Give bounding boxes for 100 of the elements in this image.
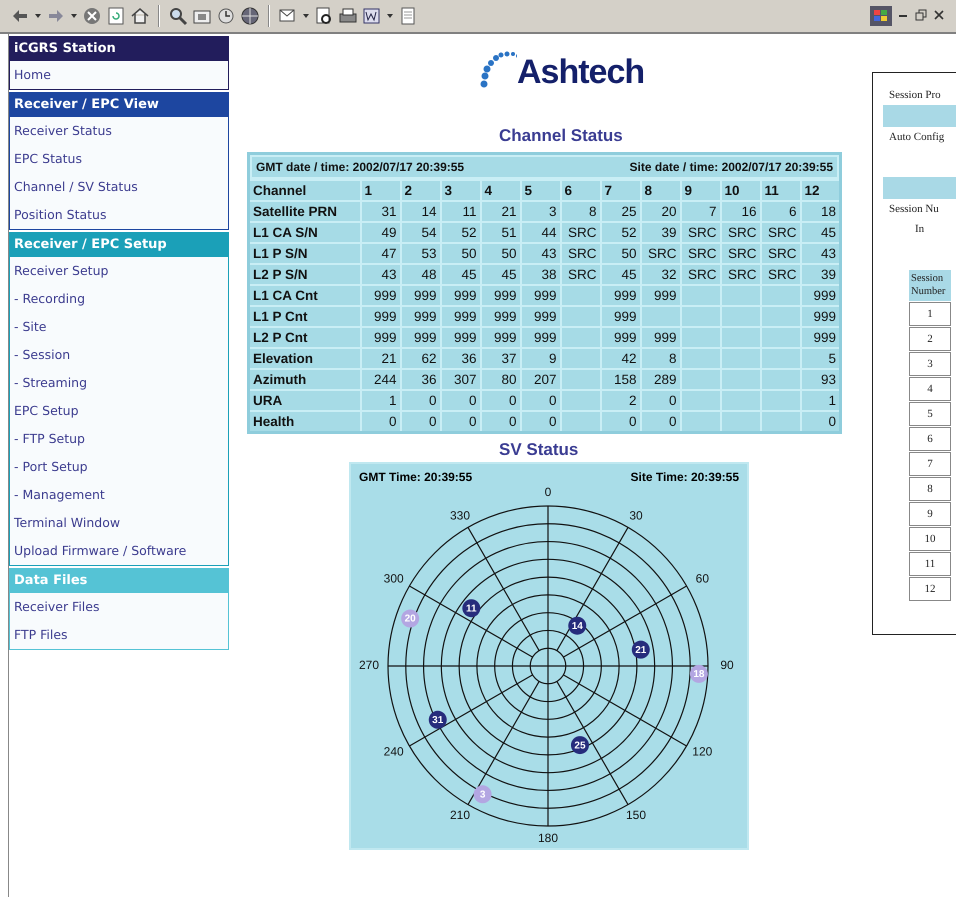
company-logo: Ashtech (477, 48, 644, 92)
table-cell: 48 (400, 264, 440, 285)
table-cell: 999 (360, 327, 400, 348)
table-cell: 42 (600, 348, 640, 369)
table-cell: 14 (400, 201, 440, 222)
table-cell: 999 (440, 285, 480, 306)
table-cell: 80 (480, 369, 520, 390)
azimuth-label: 180 (538, 831, 558, 846)
table-cell: 43 (360, 264, 400, 285)
word-document-icon[interactable] (362, 6, 382, 26)
print-preview-icon[interactable] (314, 6, 334, 26)
table-cell: 53 (400, 243, 440, 264)
table-cell: 36 (400, 369, 440, 390)
nav-link[interactable]: Receiver Setup (10, 257, 228, 285)
table-cell: 999 (480, 327, 520, 348)
nav-link[interactable]: - FTP Setup (10, 425, 228, 453)
satellite-label: 21 (635, 644, 646, 656)
form-label: Session Pro (888, 88, 942, 103)
windows-logo-icon[interactable] (870, 6, 892, 26)
table-cell: 11 (440, 201, 480, 222)
column-header: 11 (760, 180, 800, 201)
table-cell: SRC (760, 264, 800, 285)
table-cell: 20 (640, 201, 680, 222)
refresh-icon[interactable] (106, 6, 126, 26)
site-datetime: Site date / time: 2002/07/17 20:39:55 (630, 160, 833, 174)
table-cell: 38 (520, 264, 560, 285)
table-cell: 999 (600, 285, 640, 306)
table-cell: 158 (600, 369, 640, 390)
satellite-label: 20 (404, 614, 416, 625)
table-cell: 6 (909, 427, 951, 452)
nav-link[interactable]: Position Status (10, 201, 228, 229)
nav-link[interactable]: FTP Files (10, 621, 228, 649)
nav-link[interactable]: EPC Status (10, 145, 228, 173)
table-cell: 52 (600, 222, 640, 243)
form-label: Auto Config (888, 130, 946, 145)
row-header: URA (248, 390, 360, 411)
table-cell: 7 (680, 201, 720, 222)
column-header: 6 (560, 180, 600, 201)
table-cell: SRC (640, 243, 680, 264)
search-icon[interactable] (168, 6, 188, 26)
nav-link[interactable]: - Recording (10, 285, 228, 313)
nav-link[interactable]: - Port Setup (10, 453, 228, 481)
satellite-label: 11 (466, 603, 477, 614)
history-icon[interactable] (216, 6, 236, 26)
azimuth-label: 330 (450, 508, 470, 522)
azimuth-label: 150 (626, 808, 646, 822)
table-cell: 5 (909, 402, 951, 426)
table-cell: 47 (360, 243, 400, 264)
table-cell: 999 (520, 306, 560, 327)
row-header: L1 CA S/N (248, 222, 360, 243)
table-cell: 45 (600, 264, 640, 285)
table-cell: 999 (480, 285, 520, 306)
stop-icon[interactable] (82, 6, 102, 26)
nav-link[interactable]: Upload Firmware / Software (10, 537, 228, 565)
section-header: Receiver / EPC Setup (10, 232, 228, 257)
table-cell: 6 (760, 201, 800, 222)
table-cell: 4 (909, 377, 951, 402)
table-cell: 999 (360, 306, 400, 327)
table-cell: 36 (440, 348, 480, 369)
table-cell: 999 (520, 285, 560, 306)
table-cell: SRC (720, 264, 760, 285)
nav-link[interactable]: - Site (10, 313, 228, 341)
table-cell: 1 (360, 390, 400, 411)
row-header: L2 P Cnt (248, 327, 360, 348)
home-icon[interactable] (130, 6, 150, 26)
table-cell: 307 (440, 369, 480, 390)
nav-link[interactable]: Home (10, 61, 228, 89)
table-cell: 16 (720, 201, 760, 222)
nav-link[interactable]: EPC Setup (10, 397, 228, 425)
column-header: 3 (440, 180, 480, 201)
column-header: 8 (640, 180, 680, 201)
nav-link[interactable]: - Management (10, 481, 228, 509)
column-header: 7 (600, 180, 640, 201)
azimuth-label: 30 (629, 508, 643, 522)
table-cell: 999 (520, 327, 560, 348)
globe-icon[interactable] (240, 6, 260, 26)
nav-link[interactable]: Receiver Files (10, 593, 228, 621)
table-cell: SRC (680, 222, 720, 243)
nav-link[interactable]: Terminal Window (10, 509, 228, 537)
table-cell: 8 (909, 477, 951, 502)
table-cell: 39 (640, 222, 680, 243)
table-cell: 999 (440, 327, 480, 348)
table-cell: 999 (600, 327, 640, 348)
table-cell: 45 (480, 264, 520, 285)
table-cell: SRC (560, 243, 600, 264)
satellite-label: 25 (574, 740, 586, 752)
table-cell: 1 (909, 302, 951, 326)
nav-link[interactable]: - Session (10, 341, 228, 369)
table-cell: 2 (909, 327, 951, 352)
section-title: Channel Status (499, 126, 623, 146)
nav-link[interactable]: - Streaming (10, 369, 228, 397)
nav-link[interactable]: Receiver Status (10, 117, 228, 145)
table-cell: 999 (400, 327, 440, 348)
table-cell: SRC (680, 264, 720, 285)
table-cell: 62 (400, 348, 440, 369)
table-cell: 0 (520, 390, 560, 411)
azimuth-label: 300 (384, 572, 404, 586)
nav-link[interactable]: Channel / SV Status (10, 173, 228, 201)
table-cell: SRC (680, 243, 720, 264)
table-cell: 45 (440, 264, 480, 285)
